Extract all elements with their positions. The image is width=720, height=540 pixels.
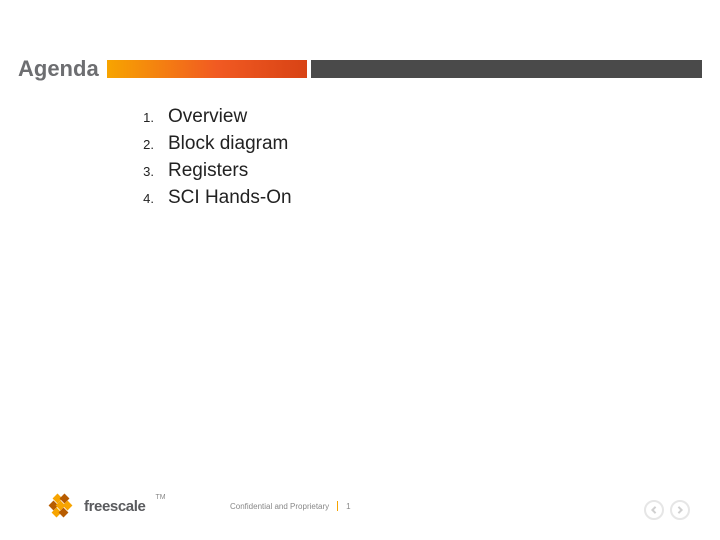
accent-bar-dark bbox=[311, 60, 702, 78]
prev-button[interactable] bbox=[644, 500, 664, 520]
next-button[interactable] bbox=[670, 500, 690, 520]
slide-header: Agenda bbox=[18, 56, 702, 82]
list-text: Overview bbox=[168, 104, 247, 130]
agenda-list: 1. Overview 2. Block diagram 3. Register… bbox=[128, 104, 292, 212]
list-item: 4. SCI Hands-On bbox=[128, 185, 292, 212]
trademark-label: TM bbox=[155, 494, 165, 501]
list-number: 1. bbox=[128, 105, 168, 131]
list-item: 2. Block diagram bbox=[128, 131, 292, 158]
slide-footer: freescale TM Confidential and Proprietar… bbox=[50, 492, 690, 520]
page-title: Agenda bbox=[18, 56, 107, 82]
list-item: 1. Overview bbox=[128, 104, 292, 131]
brand-name: freescale bbox=[84, 498, 145, 515]
chevron-right-icon bbox=[676, 506, 684, 514]
brand-logo: freescale bbox=[50, 495, 145, 517]
list-item: 3. Registers bbox=[128, 158, 292, 185]
page-number: 1 bbox=[346, 502, 350, 511]
list-text: Registers bbox=[168, 158, 248, 184]
list-text: Block diagram bbox=[168, 131, 288, 157]
list-number: 4. bbox=[128, 186, 168, 212]
list-number: 2. bbox=[128, 132, 168, 158]
header-accent-bars bbox=[107, 60, 702, 78]
slide-nav bbox=[644, 500, 690, 520]
list-text: SCI Hands-On bbox=[168, 185, 292, 211]
footer-divider bbox=[337, 501, 338, 511]
logo-mark-icon bbox=[50, 495, 78, 517]
footer-meta: Confidential and Proprietary 1 bbox=[230, 501, 351, 511]
confidential-label: Confidential and Proprietary bbox=[230, 502, 329, 511]
list-number: 3. bbox=[128, 159, 168, 185]
chevron-left-icon bbox=[650, 506, 658, 514]
accent-bar-orange bbox=[107, 60, 307, 78]
